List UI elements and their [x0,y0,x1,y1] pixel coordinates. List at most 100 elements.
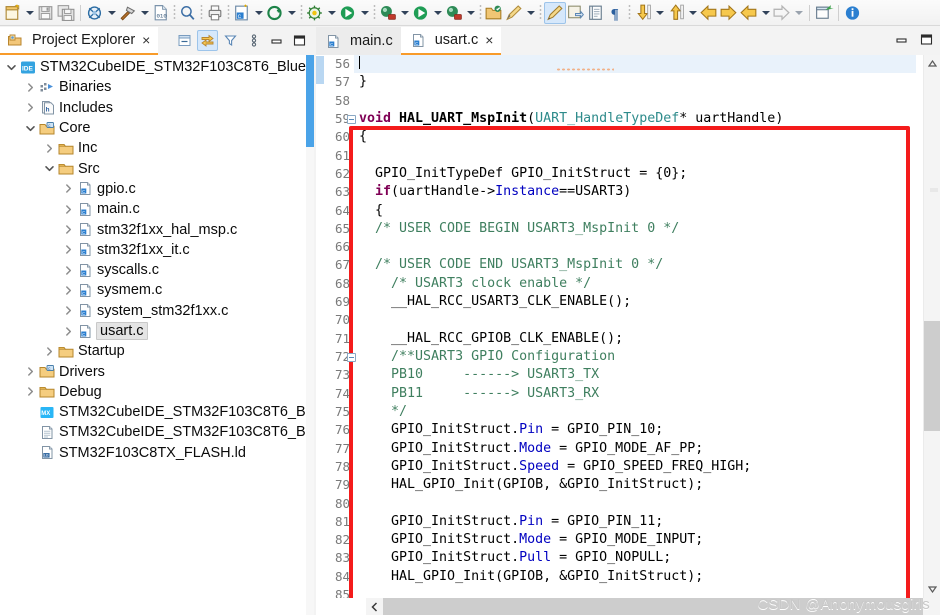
code-line[interactable]: GPIO_InitTypeDef GPIO_InitStruct = {0}; [354,165,916,183]
prev-annotation-icon[interactable] [666,2,686,24]
close-icon[interactable]: × [140,33,152,47]
tree-item-stm32f1xx-it-c[interactable]: c stm32f1xx_it.c [0,240,306,260]
code-line[interactable]: PB11 ------> USART3_RX [354,385,916,403]
editor-annotation-ruler[interactable] [316,55,324,598]
project-explorer-scrollbar[interactable] [306,55,314,615]
code-line[interactable]: GPIO_InitStruct.Pull = GPIO_NOPULL; [354,549,916,567]
tree-item-stm32f1xx-hal-msp-c[interactable]: c stm32f1xx_hal_msp.c [0,219,306,239]
code-line[interactable]: PB10 ------> USART3_TX [354,366,916,384]
view-filter-icon[interactable] [220,30,241,51]
chevron-right-icon[interactable] [60,181,76,197]
close-icon[interactable]: × [483,33,493,47]
save-all-icon[interactable] [56,2,76,24]
open-perspective-icon[interactable] [814,2,834,24]
tree-item-syscalls-c[interactable]: c syscalls.c [0,260,306,280]
toolbar-drag-handle[interactable] [200,4,203,21]
link-with-editor-icon[interactable] [197,30,218,51]
editor-tab-main-c[interactable]: c main.c [316,27,401,55]
tree-item-core[interactable]: c Core [0,118,306,138]
tree-item-binaries[interactable]: Binaries [0,77,306,97]
chevron-down-icon[interactable] [285,3,298,23]
tree-item-stm32cubeide-stm32f103c8t6-bluetoo[interactable]: IDE STM32CubeIDE_STM32F103C8T6_Bluetoo [0,57,306,77]
tab-project-explorer[interactable]: Project Explorer × [0,27,159,55]
code-line[interactable]: void HAL_UART_MspInit(UART_HandleTypeDef… [354,110,916,128]
link-editor-icon[interactable] [566,2,586,24]
chevron-right-icon[interactable] [60,222,76,238]
code-line[interactable]: GPIO_InitStruct.Mode = GPIO_MODE_AF_PP; [354,440,916,458]
code-line[interactable]: GPIO_InitStruct.Speed = GPIO_SPEED_FREQ_… [354,458,916,476]
tree-item-usart-c[interactable]: c usart.c [0,321,306,341]
toolbar-drag-handle[interactable] [227,4,230,21]
code-line[interactable]: __HAL_RCC_USART3_CLK_ENABLE(); [354,293,916,311]
chevron-down-icon[interactable] [431,3,444,23]
chevron-right-icon[interactable] [60,242,76,258]
maximize-editor-icon[interactable] [919,32,934,52]
chevron-right-icon[interactable] [41,140,57,156]
next-annotation-icon[interactable] [633,2,653,24]
book-icon[interactable] [586,2,606,24]
chevron-down-icon[interactable] [686,3,699,23]
new-file-icon[interactable] [3,2,23,24]
editor-tab-usart-c[interactable]: c usart.c × [400,27,502,55]
chevron-right-icon[interactable] [22,79,38,95]
previous-edit-icon[interactable] [739,2,759,24]
tree-item-sysmem-c[interactable]: c sysmem.c [0,280,306,300]
open-resource-icon[interactable] [484,2,504,24]
chevron-down-icon[interactable] [22,120,38,136]
search-icon[interactable] [178,2,198,24]
skip-breakpoints-icon[interactable] [378,2,398,24]
scroll-up-icon[interactable] [924,55,940,72]
chevron-down-icon[interactable] [41,161,57,177]
code-line[interactable]: /**USART3 GPIO Configuration [354,348,916,366]
chevron-down-icon[interactable] [653,3,666,23]
code-line[interactable]: HAL_GPIO_Init(GPIOB, &GPIO_InitStruct); [354,476,916,494]
fold-collapse-icon[interactable] [347,114,356,124]
tree-item-includes[interactable]: h Includes [0,98,306,118]
code-line[interactable]: */ [354,403,916,421]
tree-item-startup[interactable]: Startup [0,341,306,361]
next-edit-icon[interactable] [772,2,792,24]
new-class-icon[interactable] [338,2,358,24]
chevron-right-icon[interactable] [60,323,76,339]
chevron-right-icon[interactable] [60,262,76,278]
code-line[interactable]: GPIO_InitStruct.Pin = GPIO_PIN_11; [354,513,916,531]
code-line[interactable]: GPIO_InitStruct.Pin = GPIO_PIN_10; [354,421,916,439]
toolbar-drag-handle[interactable] [628,4,631,21]
back-history-icon[interactable] [699,2,719,24]
chevron-right-icon[interactable] [22,364,38,380]
maximize-view-icon[interactable] [289,30,310,51]
debug-bug-icon[interactable] [444,2,464,24]
pilcrow-icon[interactable]: ¶ [606,2,626,24]
chevron-down-icon[interactable] [464,3,477,23]
code-line[interactable]: __HAL_RCC_GPIOB_CLK_ENABLE(); [354,330,916,348]
chevron-right-icon[interactable] [22,384,38,400]
code-line[interactable]: /* USART3 clock enable */ [354,275,916,293]
tree-item-stm32cubeide-stm32f103c8t6-bluet[interactable]: MX STM32CubeIDE_STM32F103C8T6_Bluet [0,402,306,422]
code-line[interactable]: /* USER CODE BEGIN USART3_MspInit 0 */ [354,220,916,238]
toolbar-drag-handle[interactable] [479,4,482,21]
code-line[interactable]: if(uartHandle->Instance==USART3) [354,183,916,201]
build-hammer-icon[interactable] [118,2,138,24]
toolbar-drag-handle[interactable] [539,4,542,21]
chevron-down-icon[interactable] [105,3,118,23]
info-icon[interactable] [843,2,863,24]
tree-item-inc[interactable]: Inc [0,138,306,158]
toolbar-drag-handle[interactable] [300,4,303,21]
new-c-project-icon[interactable]: c [232,2,252,24]
tree-item-stm32cubeide-stm32f103c8t6-bluet[interactable]: STM32CubeIDE_STM32F103C8T6_Bluet [0,422,306,442]
project-tree[interactable]: IDE STM32CubeIDE_STM32F103C8T6_Bluetoo Bin… [0,55,306,615]
code-line[interactable]: GPIO_InitStruct.Mode = GPIO_MODE_INPUT; [354,531,916,549]
forward-history-icon[interactable] [719,2,739,24]
new-c-source-icon[interactable] [305,2,325,24]
tree-item-src[interactable]: Src [0,158,306,178]
new-cpp-project-icon[interactable] [265,2,285,24]
chevron-down-icon[interactable] [524,3,537,23]
tree-item-debug[interactable]: Debug [0,382,306,402]
code-text-area[interactable]: } void HAL_UART_MspInit(UART_HandleTypeD… [354,55,916,598]
tree-item-gpio-c[interactable]: c gpio.c [0,179,306,199]
toolbar-drag-handle[interactable] [373,4,376,21]
tree-item-drivers[interactable]: c Drivers [0,361,306,381]
scroll-left-icon[interactable] [366,598,383,615]
chevron-down-icon[interactable] [3,59,19,75]
code-line[interactable] [354,147,916,165]
